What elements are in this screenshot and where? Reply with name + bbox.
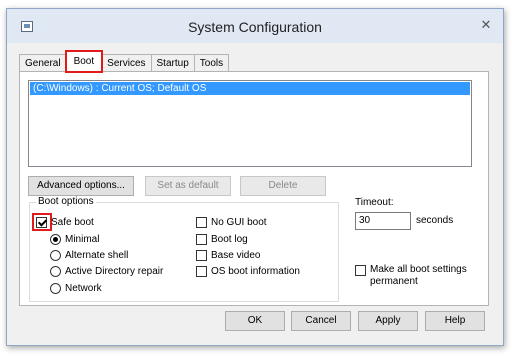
radio-circle[interactable] xyxy=(50,249,61,261)
base-video-label: Base video xyxy=(211,249,261,261)
boot-options-label: Boot options xyxy=(36,196,96,207)
os-boot-information-checkbox[interactable]: OS boot information xyxy=(196,264,300,278)
tab-services[interactable]: Services xyxy=(101,54,152,72)
active-directory-repair-radio[interactable]: Active Directory repair xyxy=(50,264,163,278)
tab-tools[interactable]: Tools xyxy=(193,54,230,72)
minimal-radio[interactable]: Minimal xyxy=(50,232,99,246)
os-list-item[interactable]: (C:\Windows) : Current OS; Default OS xyxy=(30,82,470,95)
os-list[interactable]: (C:\Windows) : Current OS; Default OS xyxy=(28,80,472,167)
tab-strip: General Boot Services Startup Tools xyxy=(19,50,230,73)
alternate-shell-radio[interactable]: Alternate shell xyxy=(50,248,128,262)
apply-button[interactable]: Apply xyxy=(358,311,418,331)
timeout-label: Timeout: xyxy=(355,197,394,208)
tab-general[interactable]: General xyxy=(19,54,67,72)
checkbox-box[interactable] xyxy=(355,265,366,276)
safe-boot-label: Safe boot xyxy=(51,216,94,228)
boot-options-group: Boot options Safe boot Minimal Alternate… xyxy=(29,196,339,302)
advanced-options-button[interactable]: Advanced options... xyxy=(28,176,134,196)
radio-circle[interactable] xyxy=(50,233,61,245)
active-directory-repair-label: Active Directory repair xyxy=(65,265,164,277)
close-icon[interactable]: ✕ xyxy=(479,18,493,32)
network-radio[interactable]: Network xyxy=(50,281,102,295)
delete-button[interactable]: Delete xyxy=(240,176,326,196)
alternate-shell-label: Alternate shell xyxy=(65,249,129,261)
checkbox-box[interactable] xyxy=(196,265,207,277)
system-configuration-window: System Configuration ✕ General Boot Serv… xyxy=(6,8,504,346)
window-title: System Configuration xyxy=(188,19,322,35)
ok-button[interactable]: OK xyxy=(225,311,285,331)
safe-boot-checkbox[interactable]: Safe boot xyxy=(36,215,94,229)
minimal-label: Minimal xyxy=(65,233,100,245)
timeout-input[interactable]: 30 xyxy=(355,212,411,230)
cancel-button[interactable]: Cancel xyxy=(291,311,351,331)
make-permanent-checkbox[interactable]: Make all boot settings permanent xyxy=(355,264,467,288)
timeout-unit: seconds xyxy=(416,215,454,226)
no-gui-boot-checkbox[interactable]: No GUI boot xyxy=(196,215,267,229)
make-permanent-line2: permanent xyxy=(370,276,418,287)
base-video-checkbox[interactable]: Base video xyxy=(196,248,260,262)
help-button[interactable]: Help xyxy=(425,311,485,331)
tab-boot[interactable]: Boot xyxy=(64,50,104,73)
radio-circle[interactable] xyxy=(50,282,61,294)
boot-log-label: Boot log xyxy=(211,233,248,245)
checkbox-box[interactable] xyxy=(36,216,47,228)
network-label: Network xyxy=(65,282,102,294)
radio-circle[interactable] xyxy=(50,265,61,277)
os-boot-information-label: OS boot information xyxy=(211,265,300,277)
make-permanent-line1: Make all boot settings xyxy=(370,264,467,275)
title-bar: System Configuration ✕ xyxy=(7,9,503,43)
set-as-default-button[interactable]: Set as default xyxy=(145,176,231,196)
make-permanent-label: Make all boot settings permanent xyxy=(370,264,467,288)
tab-startup[interactable]: Startup xyxy=(150,54,195,72)
boot-tab-panel: (C:\Windows) : Current OS; Default OS Ad… xyxy=(19,71,489,306)
boot-log-checkbox[interactable]: Boot log xyxy=(196,232,248,246)
checkbox-box[interactable] xyxy=(196,249,207,261)
checkbox-box[interactable] xyxy=(196,233,207,245)
checkbox-box[interactable] xyxy=(196,216,207,228)
no-gui-boot-label: No GUI boot xyxy=(211,216,267,228)
